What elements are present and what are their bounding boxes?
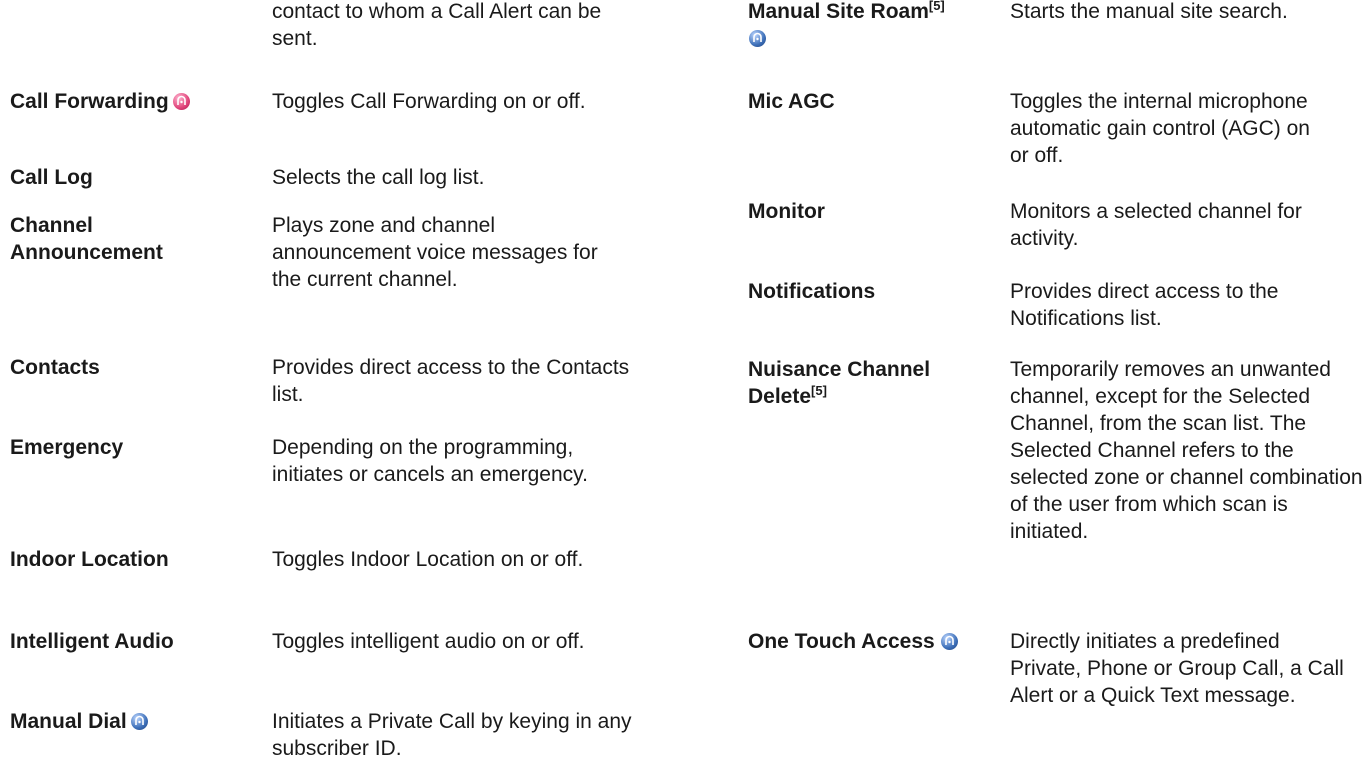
- blue-radio-icon: [130, 713, 148, 730]
- entry-term: One Touch Access: [748, 628, 993, 655]
- entry-term: Manual Dial: [10, 708, 255, 735]
- entry-description: Provides direct access to the Notificati…: [1010, 280, 1279, 330]
- entry-term: Nuisance Channel Delete[5]: [748, 358, 931, 408]
- entry-term: Indoor Location: [10, 548, 169, 571]
- entry-term: Intelligent Audio: [10, 630, 174, 653]
- entry-description: Toggles Indoor Location on or off.: [272, 548, 584, 571]
- continued-description: contact to whom a Call Alert can be sent…: [272, 0, 602, 50]
- entry-description: Toggles intelligent audio on or off.: [272, 630, 585, 653]
- entry-description: Monitors a selected channel for activity…: [1010, 200, 1302, 250]
- footnote-marker: [5]: [811, 383, 827, 398]
- entry-description: Plays zone and channel announcement voic…: [272, 214, 598, 291]
- pink-radio-icon: [172, 93, 190, 110]
- entry-description: Depending on the programming, initiates …: [272, 436, 588, 486]
- entry-term: Manual Site Roam[5]: [748, 0, 948, 52]
- entry-description: Starts the manual site search.: [1010, 0, 1288, 23]
- entry-description: Directly initiates a predefined Private,…: [1010, 630, 1344, 707]
- entry-description: Toggles Call Forwarding on or off.: [272, 90, 586, 113]
- entry-description: Provides direct access to the Contacts l…: [272, 356, 630, 406]
- entry-description: Toggles the internal microphone automati…: [1010, 90, 1310, 167]
- blue-radio-icon: [749, 30, 766, 47]
- entry-description: Selects the call log list.: [272, 166, 485, 189]
- footnote-marker: [5]: [928, 0, 945, 13]
- blue-radio-icon: [940, 633, 958, 650]
- entry-description: Initiates a Private Call by keying in an…: [272, 710, 632, 760]
- entry-term: Monitor: [748, 200, 825, 223]
- entry-term: Contacts: [10, 356, 100, 379]
- entry-term: Notifications: [748, 280, 876, 303]
- entry-term: Emergency: [10, 436, 124, 459]
- entry-term: Mic AGC: [748, 90, 835, 113]
- entry-term: Call Forwarding: [10, 88, 255, 115]
- entry-term: Channel Announcement: [10, 214, 163, 264]
- entry-term: Call Log: [10, 166, 93, 189]
- entry-description: Temporarily removes an unwanted channel,…: [1010, 358, 1363, 543]
